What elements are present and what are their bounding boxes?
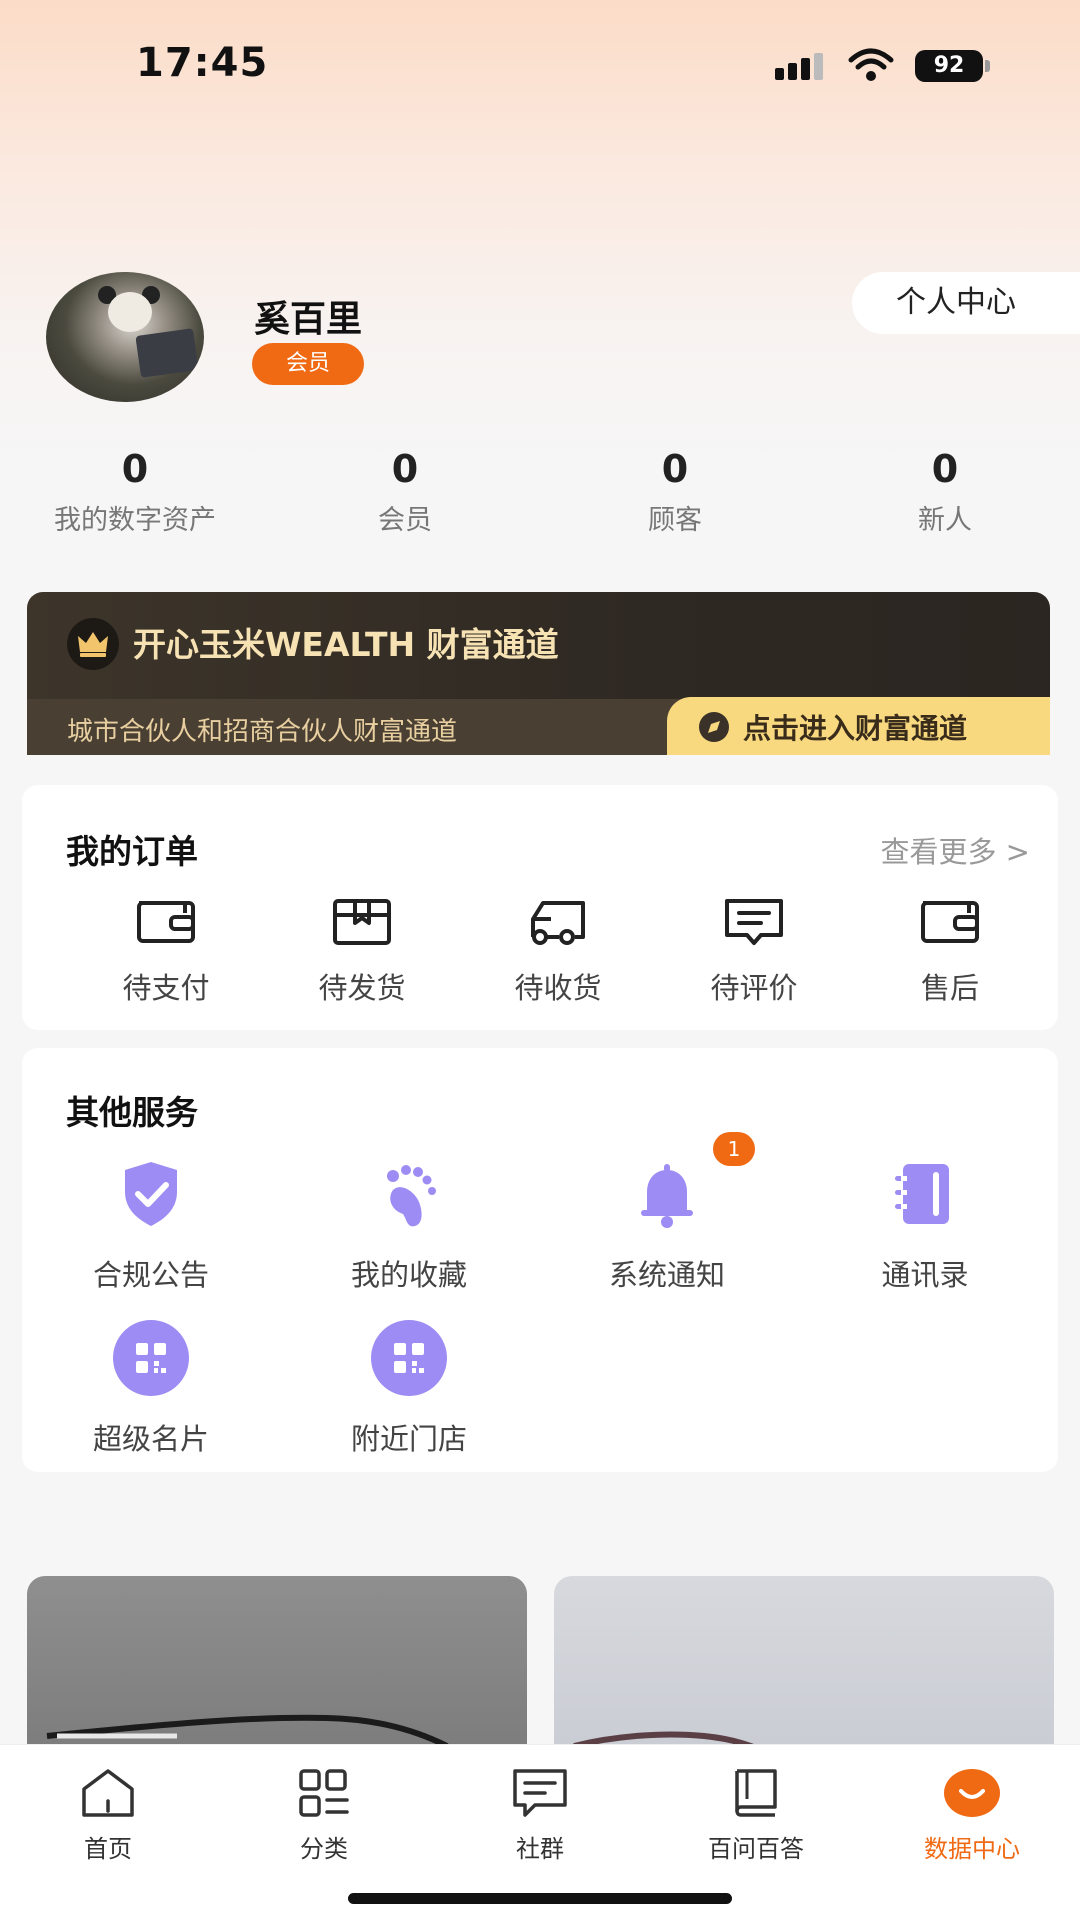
stat-value: 0 xyxy=(931,447,959,491)
service-label: 通讯录 xyxy=(881,1258,969,1292)
stat-label: 顾客 xyxy=(648,505,702,536)
shield-check-icon xyxy=(125,1162,177,1226)
order-label: 待收货 xyxy=(514,971,602,1005)
enter-wealth-label: 点击进入财富通道 xyxy=(743,712,968,745)
service-label: 超级名片 xyxy=(92,1422,209,1456)
status-time: 17:45 xyxy=(136,40,269,86)
bell-icon xyxy=(641,1164,693,1228)
orders-title: 我的订单 xyxy=(66,832,198,871)
product-card[interactable] xyxy=(554,1576,1054,1756)
wealth-title: 开心玉米WEALTH 财富通道 xyxy=(133,625,559,664)
wealth-subtitle: 城市合伙人和招商合伙人财富通道 xyxy=(67,717,458,747)
stat-value: 0 xyxy=(121,447,149,491)
tab-label: 百问百答 xyxy=(708,1835,804,1863)
notification-badge: 1 xyxy=(713,1132,755,1166)
services-title: 其他服务 xyxy=(66,1093,198,1132)
grid-icon xyxy=(299,1769,349,1817)
footprint-icon xyxy=(387,1165,436,1227)
home-icon xyxy=(82,1769,134,1817)
tab-data-center[interactable]: 数据中心 xyxy=(864,1767,1080,1864)
stat-members[interactable]: 0 会员 xyxy=(270,444,540,537)
compass-icon xyxy=(699,712,729,742)
service-label: 系统通知 xyxy=(608,1258,725,1292)
stat-label: 会员 xyxy=(378,505,432,536)
product-image xyxy=(46,1714,449,1749)
order-label: 待发货 xyxy=(318,971,406,1005)
member-badge: 会员 xyxy=(252,343,364,385)
tab-label: 分类 xyxy=(300,1835,348,1863)
tab-community[interactable]: 社群 xyxy=(432,1767,648,1864)
order-pending-payment[interactable]: 待支付 xyxy=(68,897,264,1007)
service-compliance-notice[interactable]: 合规公告 xyxy=(22,1154,280,1294)
wifi-icon xyxy=(848,48,894,81)
book-icon xyxy=(735,1769,777,1817)
crown-icon xyxy=(67,618,119,670)
order-label: 待评价 xyxy=(710,971,798,1005)
qr-code-icon xyxy=(371,1320,447,1396)
package-icon xyxy=(333,899,391,945)
tab-label: 首页 xyxy=(84,1835,132,1863)
service-label: 我的收藏 xyxy=(350,1258,467,1292)
service-super-card[interactable]: 超级名片 xyxy=(22,1318,280,1458)
tab-label: 数据中心 xyxy=(924,1835,1020,1863)
avatar[interactable] xyxy=(46,272,204,402)
smile-icon xyxy=(944,1769,1000,1817)
service-label: 合规公告 xyxy=(92,1258,209,1292)
stat-value: 0 xyxy=(391,447,419,491)
wealth-banner[interactable]: 开心玉米WEALTH 财富通道 城市合伙人和招商合伙人财富通道 点击进入财富通道 xyxy=(27,592,1050,755)
my-orders-card: 我的订单 查看更多 > 待支付 待发货 待收货 待评价 售后 xyxy=(22,785,1058,1030)
cellular-signal-icon xyxy=(775,53,823,80)
bell-icon-wrap: 1 xyxy=(627,1132,755,1234)
battery-level: 92 xyxy=(915,50,983,82)
stats-row: 0 我的数字资产 0 会员 0 顾客 0 新人 xyxy=(0,444,1080,544)
truck-icon xyxy=(531,901,585,945)
product-card[interactable] xyxy=(27,1576,527,1756)
tab-qa[interactable]: 百问百答 xyxy=(648,1767,864,1864)
stat-value: 0 xyxy=(661,447,689,491)
stat-newcomers[interactable]: 0 新人 xyxy=(810,444,1080,537)
product-image xyxy=(573,1731,776,1756)
order-label: 待支付 xyxy=(122,971,210,1005)
order-label: 售后 xyxy=(920,971,979,1005)
wallet-icon xyxy=(137,901,195,943)
comment-icon xyxy=(725,899,783,945)
stat-label: 新人 xyxy=(918,505,972,536)
wallet-icon xyxy=(921,901,979,943)
contacts-book-icon xyxy=(895,1164,949,1224)
service-system-notifications[interactable]: 1 系统通知 xyxy=(538,1132,796,1294)
stat-customers[interactable]: 0 顾客 xyxy=(540,444,810,537)
enter-wealth-button[interactable]: 点击进入财富通道 xyxy=(667,697,1050,755)
chat-icon xyxy=(513,1769,567,1817)
service-contacts[interactable]: 通讯录 xyxy=(796,1154,1054,1294)
service-my-favorites[interactable]: 我的收藏 xyxy=(280,1154,538,1294)
home-indicator[interactable] xyxy=(348,1893,732,1904)
battery-icon: 92 xyxy=(915,50,991,82)
order-after-sales[interactable]: 售后 xyxy=(852,897,1048,1007)
order-pending-shipment[interactable]: 待发货 xyxy=(264,897,460,1007)
tab-label: 社群 xyxy=(516,1835,564,1863)
service-nearby-stores[interactable]: 附近门店 xyxy=(280,1318,538,1458)
personal-center-button[interactable]: 个人中心 xyxy=(852,272,1080,334)
view-more-link[interactable]: 查看更多 > xyxy=(880,829,1030,871)
tab-category[interactable]: 分类 xyxy=(216,1767,432,1864)
status-bar: 17:45 92 xyxy=(0,0,1080,130)
order-pending-review[interactable]: 待评价 xyxy=(656,897,852,1007)
order-pending-receipt[interactable]: 待收货 xyxy=(460,897,656,1007)
qr-code-icon xyxy=(113,1320,189,1396)
stat-digital-assets[interactable]: 0 我的数字资产 xyxy=(0,444,270,537)
other-services-card: 其他服务 合规公告 我的收藏 1 系统通知 通讯录 超级名片 附近门店 xyxy=(22,1048,1058,1472)
service-label: 附近门店 xyxy=(350,1422,467,1456)
tab-home[interactable]: 首页 xyxy=(0,1767,216,1864)
username: 奚百里 xyxy=(254,299,363,340)
stat-label: 我的数字资产 xyxy=(54,505,216,536)
